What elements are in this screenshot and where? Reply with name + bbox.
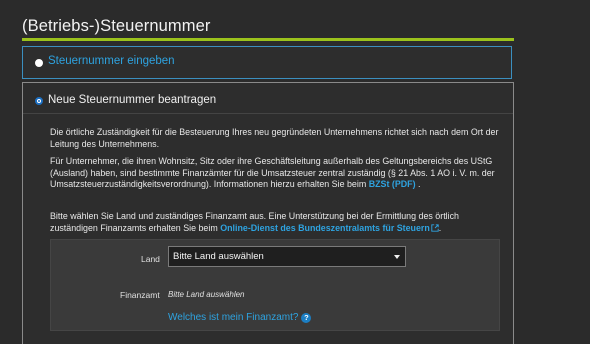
bzst-online-service-link[interactable]: Online-Dienst des Bundeszentralamts für … [220, 223, 430, 233]
radio-enter-tax-number[interactable] [35, 59, 43, 67]
option-enter-tax-number-label[interactable]: Steuernummer eingeben [48, 55, 175, 67]
option-request-new-tax-number: Neue Steuernummer beantragen Die örtlich… [22, 82, 514, 344]
help-circle-icon[interactable]: ? [301, 313, 312, 323]
info-paragraph-foreign: Für Unternehmer, die ihren Wohnsitz, Sit… [50, 156, 505, 191]
bzst-pdf-link[interactable]: BZSt (PDF) [369, 179, 416, 189]
info-paragraph-select: Bitte wählen Sie Land und zuständiges Fi… [50, 211, 505, 235]
section-title: (Betriebs-)Steuernummer [22, 17, 211, 35]
info-select-end: . [438, 222, 442, 233]
tax-office-form: Land Bitte Land auswählen Finanzamt Bitt… [50, 239, 500, 331]
info-jurisdiction-text: Die örtliche Zuständigkeit für die Beste… [50, 127, 499, 149]
find-tax-office-link[interactable]: Welches ist mein Finanzamt?? [168, 312, 312, 323]
land-select-value: Bitte Land auswählen [173, 251, 264, 262]
external-link-icon[interactable] [431, 223, 439, 236]
land-label: Land [141, 254, 160, 264]
option-request-new-tax-number-label[interactable]: Neue Steuernummer beantragen [48, 94, 216, 106]
info-paragraph-jurisdiction: Die örtliche Zuständigkeit für die Beste… [50, 127, 505, 150]
title-underline [22, 38, 514, 41]
info-foreign-end: . [418, 179, 421, 190]
find-tax-office-link-label[interactable]: Welches ist mein Finanzamt? [168, 312, 298, 323]
land-select[interactable]: Bitte Land auswählen [168, 246, 406, 267]
info-foreign-text: Für Unternehmer, die ihren Wohnsitz, Sit… [50, 156, 495, 190]
finanzamt-label: Finanzamt [120, 290, 160, 300]
option-enter-tax-number[interactable]: Steuernummer eingeben [22, 46, 512, 79]
finanzamt-value: Bitte Land auswählen [168, 290, 245, 299]
chevron-down-icon [394, 255, 400, 259]
option-divider [23, 113, 513, 114]
radio-request-new-tax-number[interactable] [35, 97, 43, 105]
